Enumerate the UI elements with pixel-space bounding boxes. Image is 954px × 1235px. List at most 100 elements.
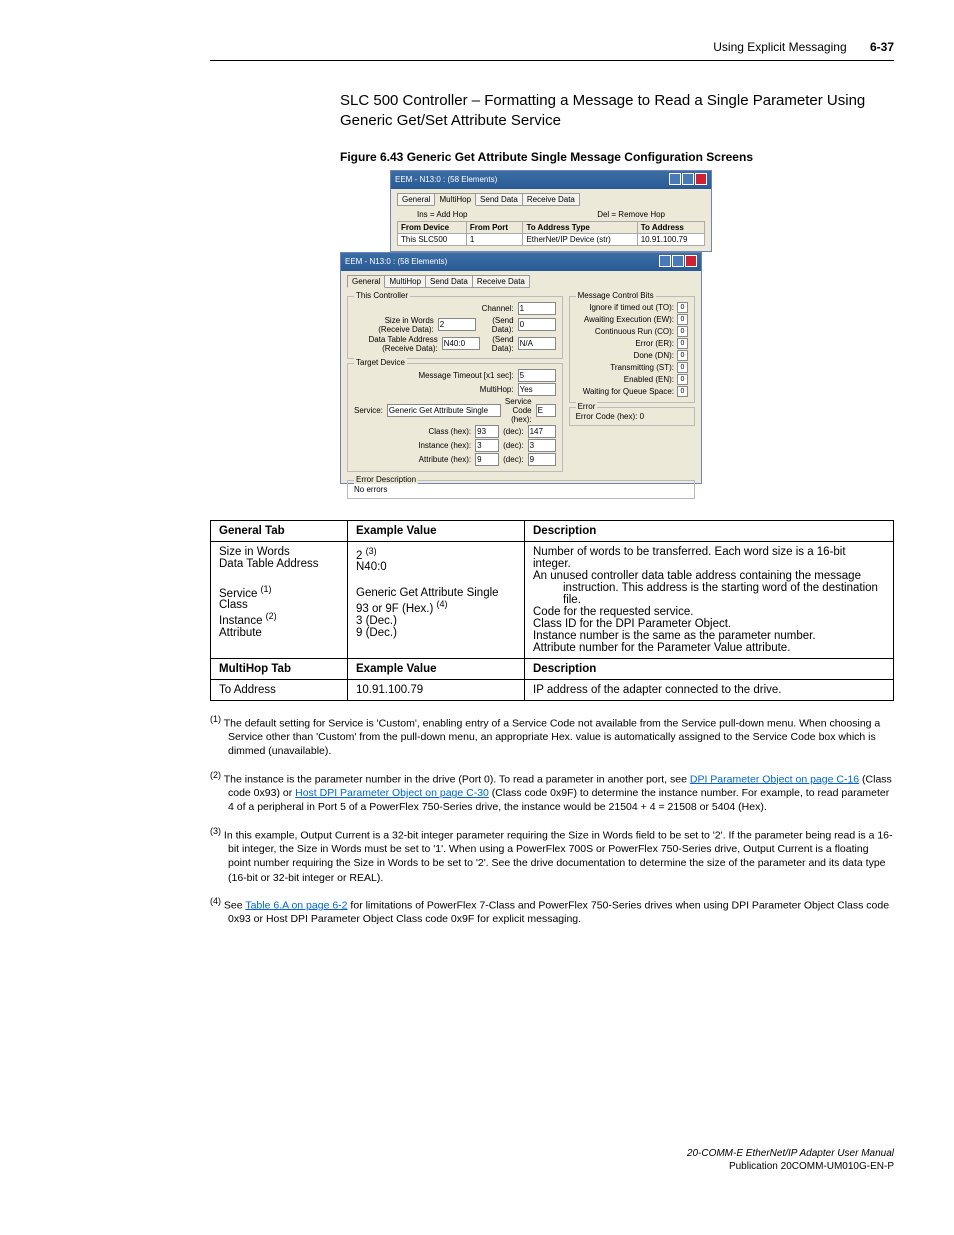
svccode-field[interactable] xyxy=(536,404,556,417)
group-this-controller: This Controller Channel: Size in Words (… xyxy=(347,296,563,359)
inst-hex-field[interactable] xyxy=(475,439,499,452)
table-row: To Address 10.91.100.79 IP address of th… xyxy=(211,679,894,700)
timeout-field[interactable] xyxy=(518,369,556,382)
tab-senddata[interactable]: Send Data xyxy=(475,193,523,206)
class-hex-field[interactable] xyxy=(475,425,499,438)
class-dec-field[interactable] xyxy=(528,425,556,438)
dta-field[interactable] xyxy=(442,337,480,350)
col-to-addr-type: To Address Type xyxy=(523,221,637,233)
cell: To Address xyxy=(211,679,348,700)
inst-dec-field[interactable] xyxy=(528,439,556,452)
cell: Data Table Address xyxy=(219,558,319,570)
footnote-1: The default setting for Service is 'Cust… xyxy=(224,717,881,757)
senddata2-field[interactable] xyxy=(518,337,556,350)
bit-value: 0 xyxy=(677,338,688,349)
cell: 1 xyxy=(466,233,523,245)
sup: (2) xyxy=(266,611,277,621)
bit-label: Awaiting Execution (EW): xyxy=(584,315,674,324)
cell: Number of words to be transferred. Each … xyxy=(533,546,846,570)
cell: N40:0 xyxy=(356,561,387,573)
th: Description xyxy=(525,520,894,541)
tab-general[interactable]: General xyxy=(397,193,435,206)
tab-receivedata[interactable]: Receive Data xyxy=(472,275,530,288)
th: Example Value xyxy=(348,520,525,541)
channel-field[interactable] xyxy=(518,302,556,315)
tab-multihop[interactable]: MultiHop xyxy=(384,275,426,288)
tab-senddata[interactable]: Send Data xyxy=(425,275,473,288)
error-desc-text: No errors xyxy=(354,485,688,494)
th: General Tab xyxy=(211,520,348,541)
page-footer: 20-COMM-E EtherNet/IP Adapter User Manua… xyxy=(210,1147,894,1173)
cell: Attribute number for the Parameter Value… xyxy=(533,642,790,654)
section-title: SLC 500 Controller – Formatting a Messag… xyxy=(340,91,894,132)
lbl: (dec): xyxy=(503,455,523,464)
lbl: Size in Words (Receive Data): xyxy=(354,316,434,334)
cell: 9 (Dec.) xyxy=(356,627,397,639)
table-row[interactable]: This SLC500 1 EtherNet/IP Device (str) 1… xyxy=(398,233,705,245)
cell: Instance xyxy=(219,615,266,627)
cell: 10.91.100.79 xyxy=(637,233,704,245)
cell: Class ID for the DPI Parameter Object. xyxy=(533,618,731,630)
bit-label: Enabled (EN): xyxy=(624,375,674,384)
lbl: Message Timeout [x1 sec]: xyxy=(418,371,513,380)
footnote-3: In this example, Output Current is a 32-… xyxy=(224,829,893,884)
footnote-2a: The instance is the parameter number in … xyxy=(224,773,690,785)
bit-label: Error (ER): xyxy=(635,339,674,348)
group-target-device: Target Device Message Timeout [x1 sec]: … xyxy=(347,363,563,472)
link-dpi-param-obj[interactable]: DPI Parameter Object on page C-16 xyxy=(690,773,859,785)
th: MultiHop Tab xyxy=(211,658,348,679)
window-controls[interactable] xyxy=(658,255,697,269)
attr-hex-field[interactable] xyxy=(475,453,499,466)
tab-general[interactable]: General xyxy=(347,275,385,288)
senddata-field[interactable] xyxy=(518,318,556,331)
header-pageno: 6-37 xyxy=(870,40,894,54)
group-error: Error Error Code (hex): 0 xyxy=(569,407,695,426)
window-titlebar: EEM - N13:0 : (58 Elements) xyxy=(391,171,711,189)
footer-line1: 20-COMM-E EtherNet/IP Adapter User Manua… xyxy=(210,1147,894,1160)
lbl: MultiHop: xyxy=(480,385,514,394)
th: Example Value xyxy=(348,658,525,679)
cell: Attribute xyxy=(219,627,262,639)
bit-value: 0 xyxy=(677,362,688,373)
cell: Size in Words xyxy=(219,546,290,558)
col-to-addr: To Address xyxy=(637,221,704,233)
figure-caption: Figure 6.43 Generic Get Attribute Single… xyxy=(340,150,894,164)
link-host-dpi-param-obj[interactable]: Host DPI Parameter Object on page C-30 xyxy=(295,787,489,799)
cell: Generic Get Attribute Single xyxy=(356,587,499,599)
tab-multihop[interactable]: MultiHop xyxy=(434,193,476,206)
multihop-field[interactable] xyxy=(518,383,556,396)
cell: 93 or 9F (Hex.) xyxy=(356,603,437,615)
window-title: EEM - N13:0 : (58 Elements) xyxy=(345,257,447,266)
sup: (1) xyxy=(261,584,272,594)
lbl: Instance (hex): xyxy=(418,441,471,450)
size-field[interactable] xyxy=(438,318,476,331)
bit-label: Done (DN): xyxy=(634,351,674,360)
group-error-description: Error Description No errors xyxy=(347,480,695,499)
service-field[interactable] xyxy=(387,404,501,417)
cell: IP address of the adapter connected to t… xyxy=(525,679,894,700)
general-tab-table: General Tab Example Value Description Si… xyxy=(210,520,894,701)
lbl: (dec): xyxy=(503,441,523,450)
col-from-port: From Port xyxy=(466,221,523,233)
bit-value: 0 xyxy=(677,314,688,325)
cell: Instance number is the same as the param… xyxy=(533,630,816,642)
bit-value: 0 xyxy=(677,326,688,337)
cell: This SLC500 xyxy=(398,233,467,245)
tabs[interactable]: GeneralMultiHopSend DataReceive Data xyxy=(347,275,695,288)
header-title: Using Explicit Messaging xyxy=(713,40,846,54)
attr-dec-field[interactable] xyxy=(528,453,556,466)
bit-value: 0 xyxy=(677,302,688,313)
link-table-6a[interactable]: Table 6.A on page 6-2 xyxy=(245,899,347,911)
lbl: Service: xyxy=(354,406,383,415)
tab-receivedata[interactable]: Receive Data xyxy=(522,193,580,206)
lbl: Attribute (hex): xyxy=(419,455,471,464)
group-legend: Message Control Bits xyxy=(576,291,656,300)
group-legend: Target Device xyxy=(354,358,407,367)
window-controls[interactable] xyxy=(668,173,707,187)
figure-screenshot: EEM - N13:0 : (58 Elements) GeneralMulti… xyxy=(340,170,894,490)
footnote-4a: See xyxy=(224,899,245,911)
tabs[interactable]: GeneralMultiHopSend DataReceive Data xyxy=(397,193,705,206)
multihop-table: From Device From Port To Address Type To… xyxy=(397,221,705,246)
lbl: (dec): xyxy=(503,427,523,436)
bit-label: Transmitting (ST): xyxy=(610,363,674,372)
